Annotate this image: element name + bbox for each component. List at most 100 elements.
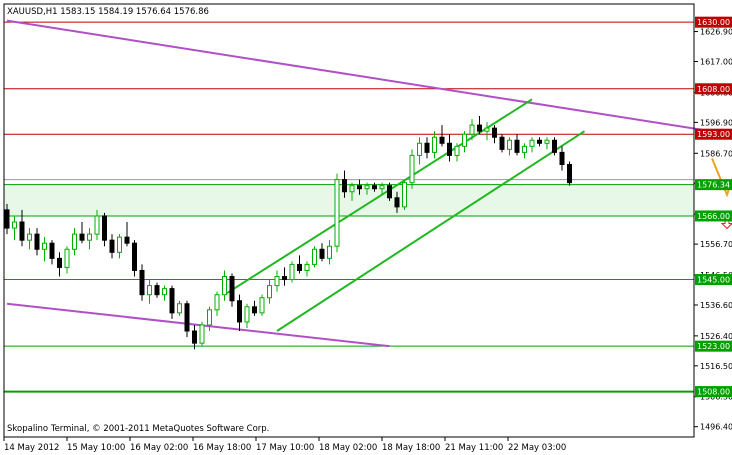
y-tick-label: 1596.90: [700, 118, 732, 127]
candle-body: [87, 233, 92, 241]
candle: [57, 252, 62, 277]
level-tag: 1523.00: [695, 340, 732, 352]
candle: [177, 300, 182, 316]
candle: [192, 324, 197, 350]
candle-body: [132, 242, 137, 271]
candle-body: [162, 288, 167, 296]
candle: [409, 149, 415, 189]
trend-line: [6, 302, 390, 348]
candle-body: [282, 276, 287, 281]
candle-body: [544, 139, 550, 144]
candle: [184, 300, 190, 338]
candle: [282, 267, 287, 286]
candle-body: [72, 233, 77, 250]
y-tick-label: 1496.40: [700, 423, 732, 432]
candle-body: [304, 263, 310, 271]
candle: [124, 222, 130, 247]
x-tick-label: 18 May 02:00: [319, 443, 377, 453]
y-tick-label: 1526.40: [700, 332, 732, 341]
y-tick-label: 1516.50: [700, 362, 732, 371]
candle: [274, 270, 280, 292]
candle: [454, 143, 460, 162]
candle-body: [439, 136, 445, 144]
candle: [484, 122, 490, 141]
candle: [289, 261, 295, 283]
candle-body: [387, 185, 392, 199]
candle-body: [297, 263, 302, 271]
trendlines: [6, 19, 732, 348]
candle-body: [79, 233, 85, 241]
candle-body: [537, 139, 542, 144]
candle: [439, 125, 445, 147]
candle: [537, 137, 542, 147]
candle: [559, 146, 565, 171]
level-tag-label: 1566.00: [697, 212, 730, 221]
candle-body: [357, 185, 362, 190]
time-axis[interactable]: 14 May 2012 15 May 10:00 16 May 02:00 16 Ma…: [3, 437, 566, 453]
candle-body: [222, 276, 227, 296]
level-tag: 1508.00: [695, 386, 732, 398]
candle: [169, 285, 175, 319]
candle: [27, 228, 32, 250]
candle-body: [244, 306, 250, 323]
candle: [424, 137, 430, 159]
candle-body: [552, 139, 557, 153]
x-tick-label: 16 May 18:00: [193, 443, 251, 453]
candle-body: [469, 124, 475, 135]
candle-body: [334, 179, 340, 247]
candle-body: [207, 309, 212, 326]
candle-body: [199, 324, 205, 344]
candle: [304, 261, 310, 277]
candle-body: [139, 269, 145, 296]
candle: [199, 321, 205, 347]
candle: [312, 246, 317, 268]
candle-body: [4, 209, 10, 229]
candle: [252, 300, 257, 316]
candle-body: [184, 303, 190, 332]
candle-body: [64, 248, 70, 268]
candle: [72, 228, 77, 256]
candle: [244, 303, 250, 328]
price-chart[interactable]: 1626.901617.001606.801596.901586.701576.…: [0, 0, 732, 455]
x-tick-label: 16 May 02:00: [130, 443, 188, 453]
candle: [492, 125, 497, 144]
candle: [417, 137, 422, 165]
candle: [297, 255, 302, 274]
candle: [552, 137, 557, 156]
support-zone: [4, 184, 694, 216]
candle-body: [394, 197, 400, 208]
y-tick-label: 1617.00: [700, 58, 732, 67]
candle-body: [349, 185, 355, 193]
plot-frame: [3, 3, 695, 438]
zone-rect: [4, 184, 694, 216]
candle: [139, 264, 145, 301]
candle: [229, 273, 235, 307]
level-tag: 1630.00: [695, 16, 732, 28]
candle-body: [417, 142, 422, 156]
candle-body: [214, 294, 220, 311]
candle-body: [259, 297, 265, 314]
candle: [522, 143, 527, 159]
candle-body: [94, 215, 100, 235]
y-tick-label: 1626.90: [700, 28, 732, 37]
candle-body: [154, 285, 160, 296]
candle: [499, 134, 505, 153]
candle: [102, 212, 107, 247]
candle-body: [372, 185, 377, 190]
candle-body: [379, 185, 385, 190]
candle-body: [507, 139, 512, 150]
candle: [222, 270, 227, 301]
candle-body: [312, 248, 317, 265]
candle-body: [364, 185, 370, 190]
candle-body: [57, 257, 62, 268]
candle-body: [454, 145, 460, 156]
candle: [34, 228, 40, 256]
candle-body: [492, 127, 497, 138]
candle-body: [447, 142, 452, 156]
candle-body: [274, 276, 280, 287]
candle-body: [117, 236, 122, 253]
x-tick-label: 17 May 10:00: [256, 443, 314, 453]
candle: [147, 279, 152, 304]
candle: [544, 137, 550, 150]
candle-body: [252, 306, 257, 314]
